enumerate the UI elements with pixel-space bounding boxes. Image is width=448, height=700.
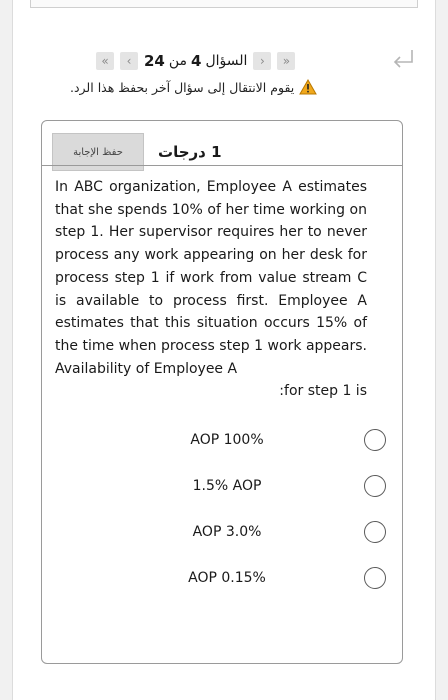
answer-radio[interactable] [364, 567, 386, 589]
question-word: السؤال [205, 53, 248, 69]
chevron-right-icon: › [260, 54, 265, 68]
previous-question-button[interactable]: ‹ [120, 52, 138, 70]
current-question-number: 4 [191, 52, 202, 70]
first-question-button[interactable]: « [96, 52, 114, 70]
answer-choice-label: 1.5% AOP [192, 478, 262, 494]
points-label: 1 درجات [158, 143, 222, 161]
answer-choice[interactable]: AOP 3.0% [42, 519, 404, 545]
return-arrow-icon[interactable] [388, 46, 418, 76]
double-chevron-left-icon: « [101, 54, 109, 68]
answer-choice-label: AOP 0.15% [188, 570, 266, 586]
last-question-button[interactable]: » [277, 52, 296, 70]
top-frame-strip [30, 0, 418, 8]
question-text: In ABC organization, Employee A estimate… [55, 176, 367, 403]
question-navigation: « ‹ السؤال 4 من 24 › » [96, 50, 296, 72]
answer-choice[interactable]: 1.5% AOP [42, 473, 404, 499]
total-questions: 24 [144, 52, 165, 70]
header-divider [42, 165, 402, 166]
answer-choice-label: AOP 100% [190, 432, 264, 448]
answer-radio[interactable] [364, 429, 386, 451]
question-body-tail: :for step 1 is [279, 383, 367, 400]
warning-icon [299, 79, 318, 95]
answer-choice-label: AOP 3.0% [192, 524, 262, 540]
double-chevron-right-icon: » [282, 54, 291, 68]
question-counter: السؤال 4 من 24 [144, 52, 247, 70]
question-card: حفظ الإجابة 1 درجات In ABC organization,… [41, 120, 403, 664]
of-word: من [168, 53, 188, 69]
warning-text: يقوم الانتقال إلى سؤال آخر بحفظ هذا الرد… [70, 79, 295, 95]
question-header: حفظ الإجابة 1 درجات [52, 129, 392, 175]
answer-choice[interactable]: AOP 0.15% [42, 565, 404, 591]
save-warning: يقوم الانتقال إلى سؤال آخر بحفظ هذا الرد… [70, 77, 348, 97]
answer-choice[interactable]: AOP 100% [42, 427, 404, 453]
question-body: In ABC organization, Employee A estimate… [55, 179, 367, 377]
chevron-left-icon: ‹ [126, 54, 132, 68]
next-question-button[interactable]: › [253, 52, 272, 70]
answer-radio[interactable] [364, 475, 386, 497]
answer-radio[interactable] [364, 521, 386, 543]
